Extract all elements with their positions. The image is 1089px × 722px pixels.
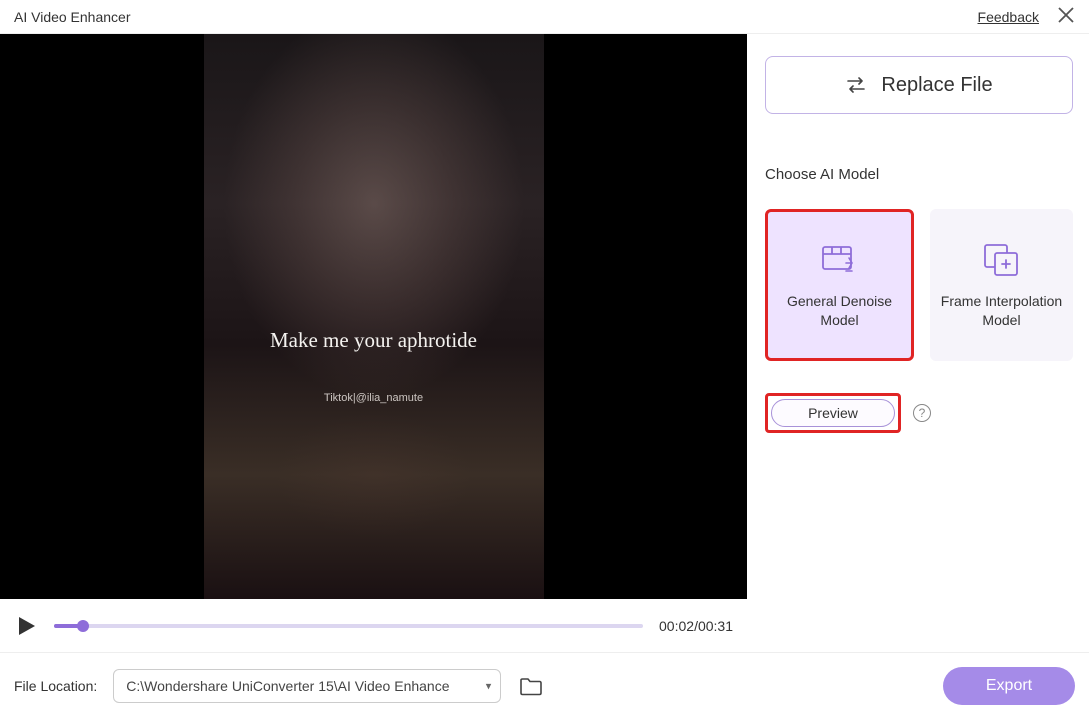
current-time: 00:02	[659, 618, 694, 634]
video-watermark: Tiktok|@ilia_namute	[204, 392, 544, 404]
video-panel: Make me your aphrotide Tiktok|@ilia_namu…	[0, 34, 747, 652]
model-card-interpolation[interactable]: Frame Interpolation Model	[930, 209, 1073, 361]
header-bar: AI Video Enhancer Feedback	[0, 0, 1089, 34]
side-panel: Replace File Choose AI Model General Den…	[747, 34, 1089, 652]
file-location-select[interactable]	[113, 669, 501, 703]
total-time: 00:31	[698, 618, 733, 634]
model-section-label: Choose AI Model	[765, 166, 1073, 183]
seek-thumb[interactable]	[77, 620, 89, 632]
model-card-interpolation-label: Frame Interpolation Model	[940, 292, 1063, 330]
preview-highlight: Preview	[765, 393, 901, 433]
interpolation-icon	[981, 241, 1023, 282]
model-card-denoise-label: General Denoise Model	[778, 292, 901, 330]
feedback-link[interactable]: Feedback	[978, 9, 1039, 25]
file-location-select-wrap: ▾	[113, 669, 501, 703]
app-title: AI Video Enhancer	[14, 9, 131, 25]
close-icon[interactable]	[1057, 6, 1075, 28]
preview-button-label: Preview	[808, 405, 858, 421]
model-grid: General Denoise Model Frame Interpolatio…	[765, 209, 1073, 361]
time-display: 00:02/00:31	[659, 618, 733, 634]
seek-bar[interactable]	[54, 624, 643, 628]
preview-button[interactable]: Preview	[771, 399, 895, 427]
export-button-label: Export	[986, 677, 1032, 694]
open-folder-button[interactable]	[517, 673, 545, 699]
replace-file-label: Replace File	[881, 74, 992, 97]
preview-row: Preview ?	[765, 393, 1073, 433]
video-image-placeholder	[204, 34, 544, 599]
main-area: Make me your aphrotide Tiktok|@ilia_namu…	[0, 34, 1089, 652]
video-controls: 00:02/00:31	[0, 599, 747, 652]
swap-icon	[845, 77, 867, 93]
video-content: Make me your aphrotide Tiktok|@ilia_namu…	[204, 34, 544, 599]
footer-bar: File Location: ▾ Export	[0, 652, 1089, 718]
play-button[interactable]	[14, 614, 38, 638]
help-icon[interactable]: ?	[913, 404, 931, 422]
denoise-icon	[819, 241, 861, 282]
header-actions: Feedback	[978, 6, 1075, 28]
export-button[interactable]: Export	[943, 667, 1075, 705]
video-overlay-text: Make me your aphrotide	[204, 328, 544, 353]
model-card-denoise[interactable]: General Denoise Model	[765, 209, 914, 361]
file-location-label: File Location:	[14, 678, 97, 694]
replace-file-button[interactable]: Replace File	[765, 56, 1073, 114]
video-viewport: Make me your aphrotide Tiktok|@ilia_namu…	[0, 34, 747, 599]
